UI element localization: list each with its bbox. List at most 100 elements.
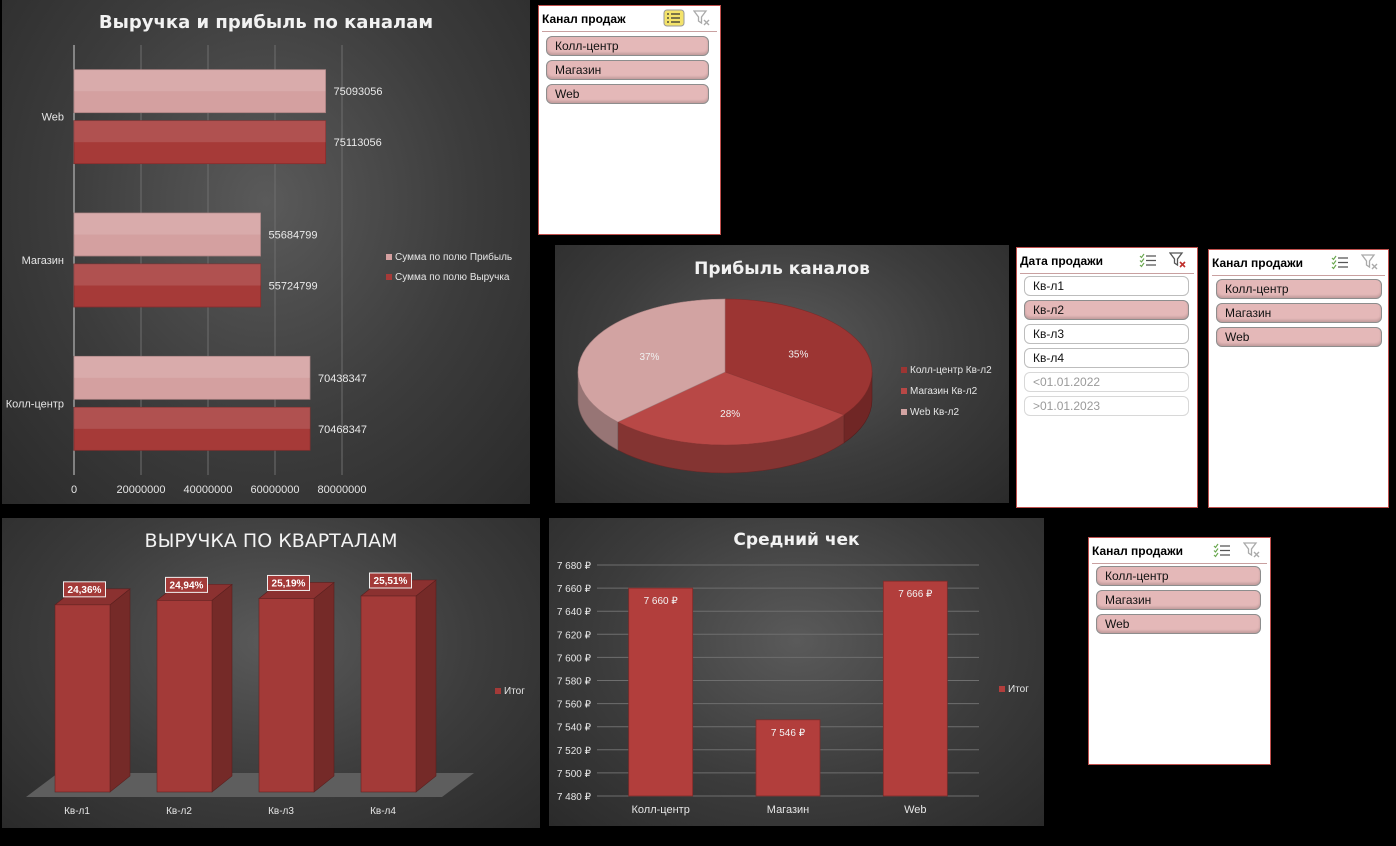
slicer-item[interactable]: Кв-л4 <box>1024 348 1189 368</box>
bar <box>882 580 948 797</box>
bar-highlight <box>74 120 326 143</box>
clear-filter-icon[interactable] <box>693 10 711 26</box>
x-tick-label: 60000000 <box>251 484 300 496</box>
y-tick-label: 7 600 ₽ <box>557 653 592 664</box>
bar <box>258 598 315 793</box>
clear-filter-icon[interactable] <box>1169 252 1187 268</box>
bar-highlight <box>74 264 261 286</box>
bar-highlight <box>74 69 326 92</box>
bar-highlight <box>74 407 311 429</box>
legend-swatch <box>495 688 501 694</box>
legend-label: Сумма по полю Выручка <box>395 272 510 283</box>
average-check-plot: 7 480 ₽ 7 500 ₽ 7 520 ₽ 7 540 ₽ 7 560 ₽ 7 580… <box>557 561 1029 816</box>
slicer-item[interactable]: Колл-центр <box>1216 279 1382 299</box>
category-label: Кв-л4 <box>370 806 396 817</box>
category-label: Web <box>904 804 926 816</box>
x-tick-label: 20000000 <box>117 484 166 496</box>
slicer-item[interactable]: Магазин <box>1096 590 1261 610</box>
bar-side <box>415 579 437 793</box>
multi-select-icon[interactable] <box>663 9 685 27</box>
bar-side <box>211 583 233 793</box>
average-check-chart: Средний чек 7 480 ₽7 500 ₽7 520 ₽7 540 ₽… <box>549 518 1044 826</box>
bar <box>54 604 111 793</box>
bar-highlight <box>74 356 310 378</box>
slicer-channel-right[interactable]: Канал продажи Колл-центр Магазин Web <box>1208 249 1389 508</box>
category-label: Кв-л2 <box>166 806 192 817</box>
slicer-item[interactable]: <01.01.2022 <box>1024 372 1189 392</box>
bar <box>156 600 213 793</box>
x-tick-label: 80000000 <box>318 484 367 496</box>
clear-filter-icon[interactable] <box>1243 542 1261 558</box>
x-tick-label: 40000000 <box>184 484 233 496</box>
slicer-item[interactable]: Кв-л1 <box>1024 276 1189 296</box>
revenue-quarters-chart: ВЫРУЧКА ПО КВАРТАЛАМ 24,36% Кв-л1 24,94% Кв… <box>2 518 540 828</box>
data-label: 7 660 ₽ <box>644 596 679 607</box>
y-tick-label: 7 520 ₽ <box>557 746 592 757</box>
data-label: 24,36% <box>68 585 102 596</box>
bar-side <box>313 581 335 793</box>
slicer-item[interactable]: Колл-центр <box>1096 566 1261 586</box>
category-label: Колл-центр <box>632 804 690 816</box>
legend-label: Web Кв-л2 <box>910 407 959 418</box>
legend-label: Магазин Кв-л2 <box>910 386 978 397</box>
revenue-quarters-plot: 24,36% Кв-л1 24,94% Кв-л2 25,19% Кв-л3 25,51% К… <box>26 572 525 817</box>
slicer-item[interactable]: Web <box>1216 327 1382 347</box>
slicer-date[interactable]: Дата продажи Кв-л1 Кв-л2 Кв-л3 Кв-л4 <01… <box>1016 247 1198 508</box>
data-label: 35% <box>788 349 808 360</box>
slicer-item[interactable]: >01.01.2023 <box>1024 396 1189 416</box>
legend-label: Сумма по полю Прибыль <box>395 251 512 263</box>
y-tick-label: 7 500 ₽ <box>557 769 592 780</box>
bar-highlight <box>74 213 261 235</box>
slicer-channel-bottom[interactable]: Канал продажи Колл-центр Магазин Web <box>1088 537 1271 765</box>
slicer-item[interactable]: Магазин <box>1216 303 1382 323</box>
category-label: Кв-л1 <box>64 806 90 817</box>
y-tick-label: 7 640 ₽ <box>557 607 592 618</box>
data-label: 55724799 <box>269 281 318 293</box>
data-label: 7 546 ₽ <box>771 728 806 739</box>
category-label: Кв-л3 <box>268 806 294 817</box>
multi-select-icon[interactable] <box>1213 542 1231 558</box>
multi-select-icon[interactable] <box>1139 252 1157 268</box>
category-label: Магазин <box>22 255 64 267</box>
data-label: 28% <box>720 409 740 420</box>
multi-select-icon[interactable] <box>1331 254 1349 270</box>
y-tick-label: 7 560 ₽ <box>557 700 592 711</box>
category-label: Колл-центр <box>6 398 64 410</box>
y-tick-label: 7 660 ₽ <box>557 584 592 595</box>
legend-swatch <box>999 686 1005 692</box>
slicer-item[interactable]: Web <box>546 84 709 104</box>
legend-swatch <box>901 388 907 394</box>
profit-pie-chart: Прибыль каналов 35% 28% 37% Колл-центр Кв-л… <box>555 245 1009 503</box>
slicer-title: Канал продажи <box>1092 544 1183 558</box>
slicer-channel-top[interactable]: Канал продаж Колл-центр Магазин Web <box>538 5 721 235</box>
slicer-title: Дата продажи <box>1020 254 1104 268</box>
clear-filter-icon[interactable] <box>1361 254 1379 270</box>
slicer-item-selected[interactable]: Кв-л2 <box>1024 300 1189 320</box>
profit-pie-plot: 35% 28% 37% Колл-центр Кв-л2 Магазин Кв-л2 We… <box>577 298 992 474</box>
y-tick-label: 7 540 ₽ <box>557 723 592 734</box>
slicer-title: Канал продаж <box>542 12 626 26</box>
y-tick-label: 7 620 ₽ <box>557 630 592 641</box>
slicer-item[interactable]: Web <box>1096 614 1261 634</box>
legend-label: Итог <box>504 686 525 697</box>
legend-label: Колл-центр Кв-л2 <box>910 365 992 376</box>
legend-swatch <box>386 254 392 260</box>
data-label: 37% <box>639 352 659 363</box>
data-label: 70438347 <box>318 373 367 385</box>
data-label: 75113056 <box>334 137 382 149</box>
data-label: 55684799 <box>269 230 318 242</box>
y-tick-label: 7 580 ₽ <box>557 677 592 688</box>
data-label: 75093056 <box>334 86 383 98</box>
slicer-title: Канал продажи <box>1212 256 1303 270</box>
slicer-item[interactable]: Кв-л3 <box>1024 324 1189 344</box>
bar-side <box>109 588 131 793</box>
data-label: 25,19% <box>272 578 306 589</box>
slicer-item[interactable]: Колл-центр <box>546 36 709 56</box>
data-label: 24,94% <box>170 580 204 591</box>
data-label: 7 666 ₽ <box>898 589 933 600</box>
bar <box>360 595 417 793</box>
category-label: Web <box>42 112 64 124</box>
x-tick-label: 0 <box>71 484 77 496</box>
slicer-item[interactable]: Магазин <box>546 60 709 80</box>
bar <box>628 587 694 797</box>
